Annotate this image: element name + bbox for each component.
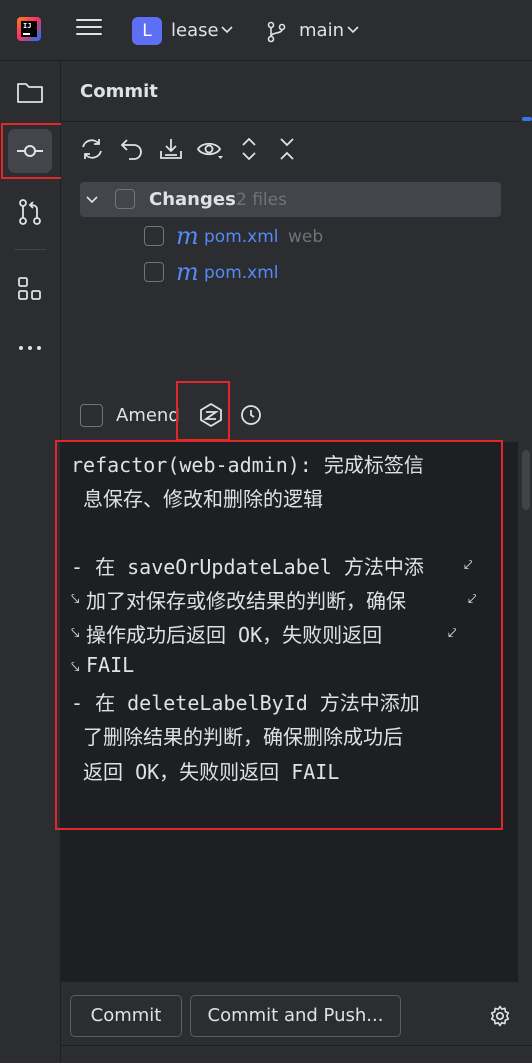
changes-label: Changes xyxy=(149,189,236,210)
annotation-highlight xyxy=(1,123,65,179)
show-diff-icon[interactable] xyxy=(196,136,224,162)
more-icon[interactable] xyxy=(14,332,46,364)
shelve-icon[interactable] xyxy=(158,136,184,162)
expand-all-icon[interactable] xyxy=(236,136,262,162)
file-directory: web xyxy=(288,227,324,247)
scroll-indicator xyxy=(522,117,532,121)
branch-name[interactable]: main xyxy=(299,20,344,41)
file-name[interactable]: pom.xml xyxy=(204,263,279,283)
collapse-all-icon[interactable] xyxy=(274,136,300,162)
chevron-down-icon[interactable] xyxy=(84,192,100,208)
changes-checkbox[interactable] xyxy=(115,189,135,209)
annotation-highlight xyxy=(176,381,230,441)
intellij-logo-icon[interactable]: IJ xyxy=(17,17,41,41)
refresh-icon[interactable] xyxy=(79,136,105,162)
rollback-icon[interactable] xyxy=(119,136,145,162)
scrollbar-thumb[interactable] xyxy=(522,450,530,510)
changes-group-row[interactable] xyxy=(80,182,501,217)
chevron-down-icon[interactable] xyxy=(220,23,234,37)
gear-icon[interactable] xyxy=(488,1004,512,1028)
file-checkbox[interactable] xyxy=(144,262,164,282)
amend-label[interactable]: Amend xyxy=(116,405,180,426)
main-menu-icon[interactable] xyxy=(76,19,102,41)
project-badge[interactable]: L xyxy=(132,17,162,45)
panel-bottom-border xyxy=(61,1045,532,1046)
panel-divider xyxy=(61,121,519,122)
branch-icon[interactable] xyxy=(265,20,289,44)
history-icon[interactable] xyxy=(239,403,263,427)
panel-title: Commit xyxy=(80,81,158,102)
commit-and-push-button[interactable]: Commit and Push... xyxy=(190,995,401,1037)
scrollbar-track[interactable] xyxy=(520,440,532,1063)
maven-file-icon: m xyxy=(176,258,199,286)
commit-button[interactable]: Commit xyxy=(70,995,182,1037)
folder-icon[interactable] xyxy=(14,76,46,108)
maven-file-icon: m xyxy=(176,222,199,250)
file-name[interactable]: pom.xml xyxy=(204,227,279,247)
project-name[interactable]: lease xyxy=(171,20,219,41)
annotation-highlight xyxy=(55,440,503,830)
structure-icon[interactable] xyxy=(14,273,46,305)
amend-checkbox[interactable] xyxy=(80,404,103,427)
pull-requests-icon[interactable] xyxy=(14,196,46,228)
toolbar-separator xyxy=(14,249,46,250)
chevron-down-icon[interactable] xyxy=(346,23,360,37)
changes-count: 2 files xyxy=(236,190,287,210)
file-checkbox[interactable] xyxy=(144,226,164,246)
